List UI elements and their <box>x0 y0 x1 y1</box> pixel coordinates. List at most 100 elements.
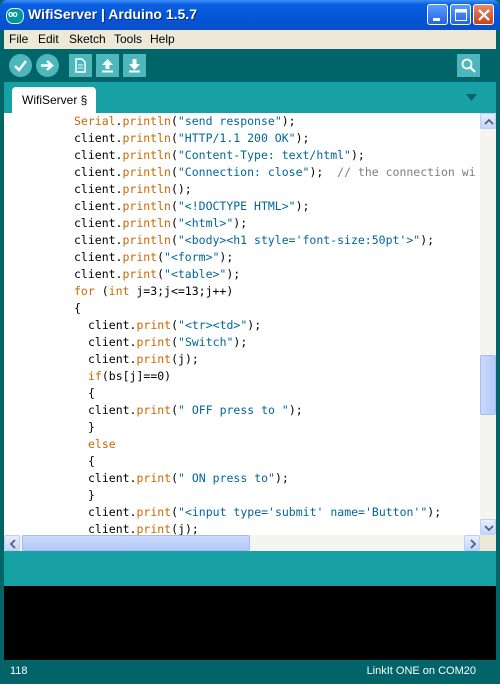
code-token: (bs[j]==0) <box>101 369 172 383</box>
scroll-right-button[interactable] <box>464 535 480 551</box>
new-icon <box>75 58 86 73</box>
code-token: { <box>74 301 81 315</box>
menu-sketch[interactable]: Sketch <box>69 30 106 49</box>
code-line: client.println("HTTP/1.1 200 OK"); <box>74 131 309 148</box>
code-token: ( <box>170 199 178 213</box>
code-token: ( <box>171 505 179 519</box>
code-token: ); <box>295 199 310 213</box>
code-token: println <box>122 114 171 128</box>
code-token: ); <box>226 267 241 281</box>
tab-menu-button[interactable] <box>463 89 480 106</box>
code-line: client.println("<!DOCTYPE HTML>"); <box>74 199 309 216</box>
line-number: 118 <box>10 665 28 677</box>
code-line: { <box>88 454 95 471</box>
serial-monitor-button[interactable] <box>457 54 480 77</box>
code-token: println <box>122 199 171 213</box>
maximize-button[interactable] <box>450 4 471 25</box>
code-token: if <box>88 369 102 383</box>
menu-help[interactable]: Help <box>150 30 175 49</box>
toolbar <box>4 49 496 82</box>
open-button[interactable] <box>96 54 119 77</box>
minimize-button[interactable] <box>427 4 448 25</box>
save-icon <box>129 59 140 73</box>
vertical-scrollbar[interactable] <box>480 113 496 535</box>
maximize-icon <box>455 9 467 21</box>
code-token: client. <box>88 471 137 485</box>
code-token: println <box>122 131 171 145</box>
code-line: client.println("Content-Type: text/html"… <box>74 148 365 165</box>
code-token: ); <box>281 114 296 128</box>
code-token: print <box>122 267 158 281</box>
verify-button[interactable] <box>9 54 32 77</box>
new-button[interactable] <box>69 54 92 77</box>
scroll-down-button[interactable] <box>480 519 496 535</box>
upload-button[interactable] <box>36 54 59 77</box>
code-token: "<body><h1 style='font-size:50pt'>" <box>177 233 421 247</box>
console-output[interactable] <box>4 586 496 660</box>
code-token: ); <box>233 216 248 230</box>
code-token: { <box>88 386 95 400</box>
code-line: { <box>88 386 95 403</box>
menu-bar: File Edit Sketch Tools Help <box>4 30 496 49</box>
menu-tools[interactable]: Tools <box>114 30 142 49</box>
code-token: println <box>122 216 171 230</box>
code-token: "<!DOCTYPE HTML>" <box>177 199 296 213</box>
code-token: "<table>" <box>164 267 227 281</box>
scroll-left-button[interactable] <box>4 535 20 551</box>
code-token: ( <box>157 250 165 264</box>
tab-wifiserver[interactable]: WifiServer § <box>12 87 96 113</box>
code-line: client.print("<tr><td>"); <box>88 318 261 335</box>
close-button[interactable] <box>473 4 494 25</box>
code-token: int <box>108 284 130 298</box>
horizontal-scrollbar[interactable] <box>4 535 480 551</box>
code-token: print <box>136 403 172 417</box>
arrow-down-icon <box>484 525 494 532</box>
window-title: WifiServer | Arduino 1.5.7 <box>28 6 197 22</box>
code-token: ); <box>219 250 234 264</box>
code-token: client. <box>88 352 137 366</box>
code-token: println <box>122 182 171 196</box>
code-token: ( <box>170 131 178 145</box>
title-bar[interactable]: oo WifiServer | Arduino 1.5.7 <box>0 0 500 30</box>
code-token: "Content-Type: text/html" <box>177 148 351 162</box>
code-token: client. <box>74 131 123 145</box>
horizontal-scroll-thumb[interactable] <box>22 535 250 551</box>
code-token: "<html>" <box>177 216 234 230</box>
code-token: ( <box>170 114 178 128</box>
code-token: "Switch" <box>178 335 234 349</box>
code-token: client. <box>74 165 123 179</box>
arduino-logo-icon: oo <box>6 8 24 24</box>
code-token: j=3;j<=13;j++) <box>129 284 234 298</box>
scroll-up-button[interactable] <box>480 113 496 129</box>
code-token: client. <box>74 199 123 213</box>
code-token: ( <box>170 233 178 247</box>
code-token: "<input type='submit' name='Button'" <box>178 505 428 519</box>
code-token: client. <box>74 250 123 264</box>
code-line: { <box>74 301 81 318</box>
code-token: ); <box>274 471 289 485</box>
code-token: // the connection wi <box>337 165 476 179</box>
code-token: ); <box>420 233 435 247</box>
code-line: client.println("Connection: close"); // … <box>74 165 476 182</box>
menu-edit[interactable]: Edit <box>38 30 59 49</box>
code-token: Serial <box>74 114 116 128</box>
code-line: client.print("<form>"); <box>74 250 233 267</box>
code-token: client. <box>88 522 137 535</box>
open-icon <box>102 59 113 73</box>
code-line: client.print(j); <box>88 522 199 535</box>
code-token: client. <box>88 318 137 332</box>
code-token: client. <box>74 267 123 281</box>
code-token: for <box>74 284 95 298</box>
code-token: } <box>88 488 95 502</box>
chevron-down-icon <box>466 94 477 101</box>
save-button[interactable] <box>123 54 146 77</box>
arduino-logo-text: oo <box>8 10 18 20</box>
tab-label: WifiServer § <box>22 93 88 107</box>
code-editor[interactable]: Serial.println("send response"); client.p… <box>4 113 480 535</box>
code-token: println <box>122 165 171 179</box>
code-token: (j); <box>171 352 199 366</box>
menu-file[interactable]: File <box>9 30 28 49</box>
vertical-scroll-thumb[interactable] <box>480 355 496 415</box>
code-token: "<form>" <box>164 250 220 264</box>
code-token: client. <box>74 182 123 196</box>
